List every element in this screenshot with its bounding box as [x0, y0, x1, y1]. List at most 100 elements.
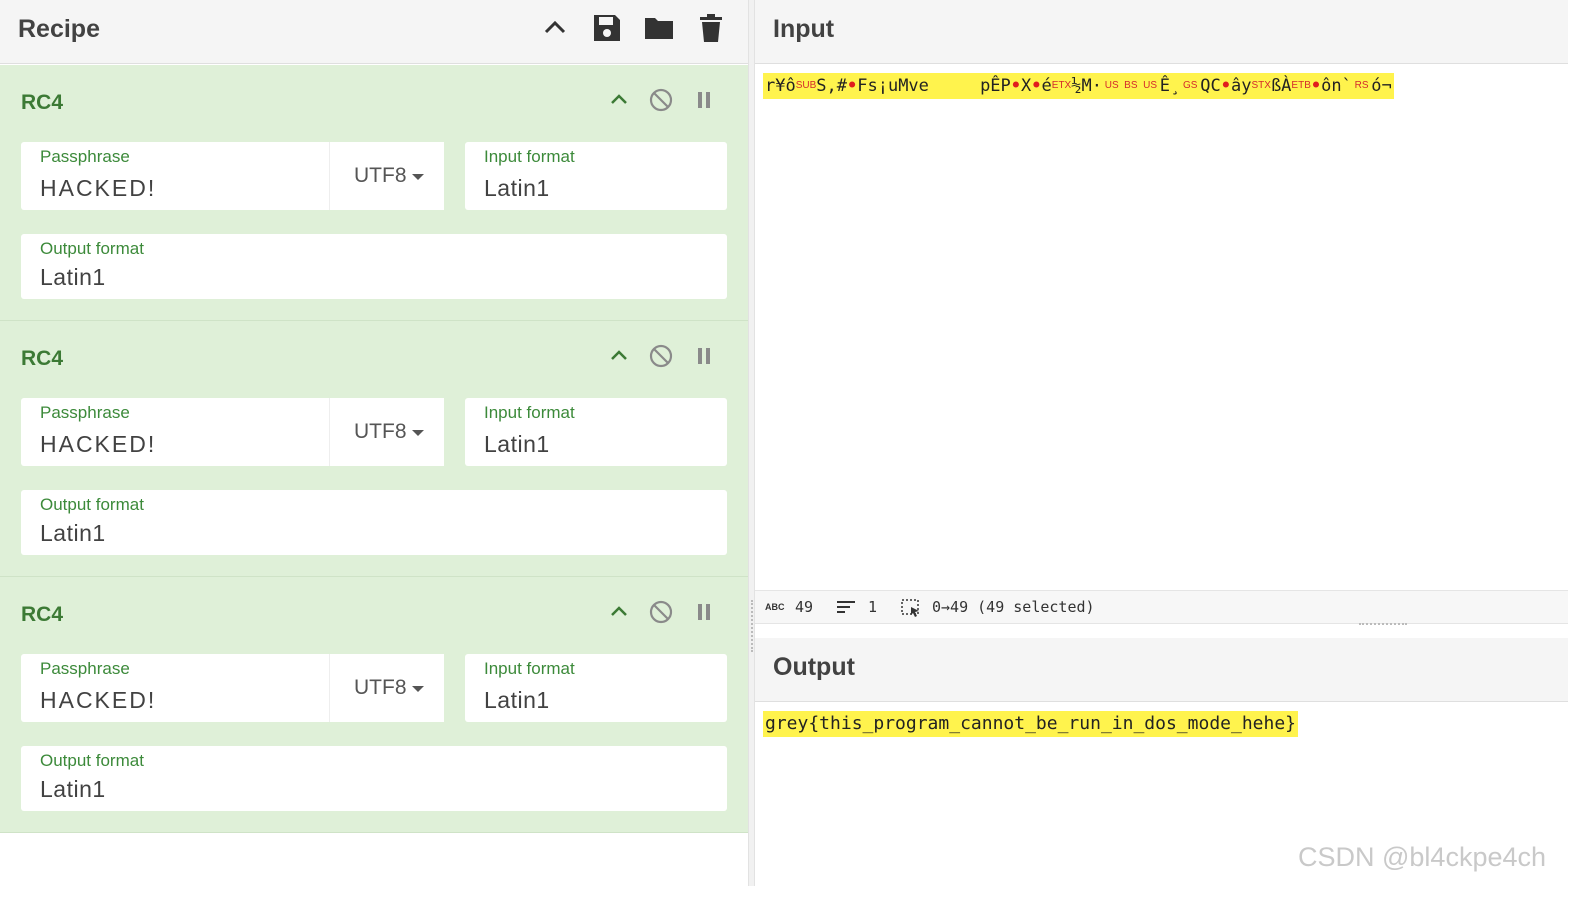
input-text-run: X [1021, 76, 1032, 96]
output-text[interactable]: grey{this_program_cannot_be_run_in_dos_m… [763, 711, 1299, 737]
input-format-field[interactable]: Input format Latin1 [465, 654, 727, 722]
input-text-run: S,# [816, 76, 847, 96]
passphrase-encoding-dropdown[interactable]: UTF8 [329, 654, 444, 722]
control-char-glyph: US [1140, 80, 1160, 91]
input-format-label: Input format [484, 659, 575, 678]
lines-icon [837, 601, 857, 619]
pause-icon[interactable] [691, 343, 717, 369]
output-format-field[interactable]: Output format Latin1 [21, 746, 727, 811]
trash-icon[interactable] [696, 12, 726, 44]
output-format-value[interactable]: Latin1 [40, 264, 106, 291]
output-title: Output [773, 653, 855, 681]
operation-title: RC4 [21, 91, 64, 114]
input-format-label: Input format [484, 147, 575, 166]
passphrase-value[interactable]: HACKED! [40, 687, 156, 714]
input-format-value[interactable]: Latin1 [484, 175, 550, 202]
caret-down-icon [412, 174, 424, 180]
passphrase-label: Passphrase [40, 403, 130, 422]
caret-down-icon [412, 686, 424, 692]
passphrase-field[interactable]: Passphrase HACKED! UTF8 [21, 398, 444, 466]
control-char-glyph: RS [1351, 80, 1372, 91]
input-text-run: Ê¸ [1159, 76, 1181, 96]
chevron-up-icon[interactable] [606, 87, 632, 113]
input-text-run: ßÀ [1270, 76, 1292, 96]
chevron-up-icon[interactable] [606, 599, 632, 625]
input-format-label: Input format [484, 403, 575, 422]
input-status-bar: ABC 49 1 0→49 (49 selected) [755, 590, 1568, 624]
output-format-field[interactable]: Output format Latin1 [21, 234, 727, 299]
encoding-label: UTF8 [354, 420, 407, 443]
selection-icon [901, 599, 921, 621]
input-header: Input [755, 0, 1568, 64]
passphrase-field[interactable]: Passphrase HACKED! UTF8 [21, 654, 444, 722]
input-format-field[interactable]: Input format Latin1 [465, 398, 727, 466]
save-icon[interactable] [592, 12, 622, 44]
encoding-label: UTF8 [354, 676, 407, 699]
output-format-label: Output format [40, 239, 144, 258]
special-char-dot: • [1031, 76, 1042, 96]
resize-grip-icon[interactable] [1359, 623, 1407, 627]
selection-range: 0→49 (49 selected) [932, 598, 1095, 616]
operation-rc4: RC4 Passphrase HACKED! UTF8 Input format… [0, 321, 748, 577]
control-char-glyph: SUB [795, 80, 817, 91]
control-char-glyph: ETX [1051, 80, 1072, 91]
pause-icon[interactable] [691, 599, 717, 625]
chevron-up-icon[interactable] [606, 343, 632, 369]
recipe-title: Recipe [18, 15, 100, 43]
input-textarea[interactable]: r¥ôSUBS,#•Fs¡uMve pÊP•X•éETX½M· US BS US… [755, 65, 1568, 590]
passphrase-encoding-dropdown[interactable]: UTF8 [329, 398, 444, 466]
special-char-dot: • [847, 76, 858, 96]
recipe-panel: Recipe RC4 Passphrase HACKED! UTF8 Input… [0, 0, 748, 886]
output-format-label: Output format [40, 751, 144, 770]
input-title: Input [773, 15, 835, 43]
output-header: Output [755, 638, 1568, 702]
input-text-run: ây [1231, 76, 1252, 96]
input-text-run: r¥ô [765, 76, 796, 96]
folder-icon[interactable] [644, 12, 674, 44]
passphrase-label: Passphrase [40, 659, 130, 678]
control-char-glyph: BS [1121, 80, 1141, 91]
input-text-run: ôn` [1321, 76, 1352, 96]
input-text-run: ó¬ [1371, 76, 1392, 96]
special-char-dot: • [1310, 76, 1322, 96]
output-format-value[interactable]: Latin1 [40, 776, 106, 803]
chevron-up-icon[interactable] [540, 12, 570, 44]
disable-icon[interactable] [648, 343, 674, 369]
control-char-glyph: US [1101, 80, 1122, 91]
passphrase-field[interactable]: Passphrase HACKED! UTF8 [21, 142, 444, 210]
input-text[interactable]: r¥ôSUBS,#•Fs¡uMve pÊP•X•éETX½M· US BS US… [763, 73, 1394, 99]
input-text-run: Fs¡uMve pÊP [857, 76, 1011, 96]
input-format-field[interactable]: Input format Latin1 [465, 142, 727, 210]
operation-title: RC4 [21, 347, 64, 370]
lines-value: 1 [868, 598, 878, 616]
input-text-run: QC [1200, 76, 1221, 96]
encoding-label: UTF8 [354, 164, 407, 187]
recipe-header: Recipe [0, 0, 748, 64]
passphrase-label: Passphrase [40, 147, 130, 166]
special-char-dot: • [1220, 76, 1231, 96]
input-text-run: é [1041, 76, 1052, 96]
control-char-glyph: ETB [1291, 80, 1311, 91]
output-format-field[interactable]: Output format Latin1 [21, 490, 727, 555]
length-icon: ABC [765, 602, 785, 612]
control-char-glyph: GS [1180, 80, 1201, 91]
length-value: 49 [795, 598, 814, 616]
caret-down-icon [412, 430, 424, 436]
input-format-value[interactable]: Latin1 [484, 431, 550, 458]
panel-splitter[interactable] [748, 0, 755, 886]
operation-rc4: RC4 Passphrase HACKED! UTF8 Input format… [0, 65, 748, 321]
operation-rc4: RC4 Passphrase HACKED! UTF8 Input format… [0, 577, 748, 833]
disable-icon[interactable] [648, 87, 674, 113]
input-format-value[interactable]: Latin1 [484, 687, 550, 714]
passphrase-value[interactable]: HACKED! [40, 431, 156, 458]
disable-icon[interactable] [648, 599, 674, 625]
passphrase-encoding-dropdown[interactable]: UTF8 [329, 142, 444, 210]
control-char-glyph: STX [1251, 80, 1271, 91]
splitter-grip-icon [751, 600, 753, 652]
pause-icon[interactable] [691, 87, 717, 113]
watermark: CSDN @bl4ckpe4ch [1298, 842, 1547, 872]
special-char-dot: • [1010, 76, 1022, 96]
output-format-value[interactable]: Latin1 [40, 520, 106, 547]
input-text-run: ½M· [1071, 76, 1102, 96]
passphrase-value[interactable]: HACKED! [40, 175, 156, 202]
